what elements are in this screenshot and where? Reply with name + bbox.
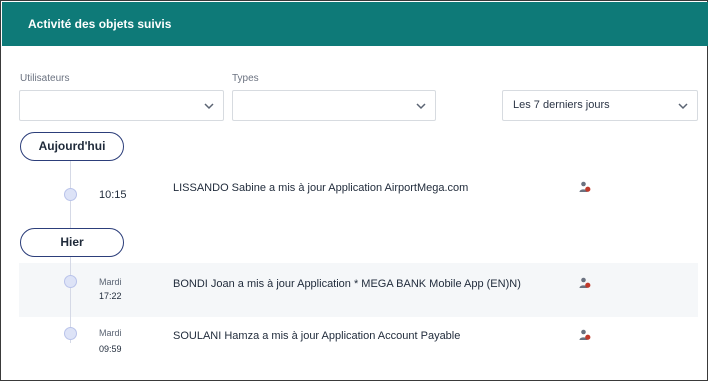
timeline-dot xyxy=(64,188,77,201)
activity-message: BONDI Joan a mis à jour Application * ME… xyxy=(173,278,521,290)
types-filter-label: Types xyxy=(232,73,259,84)
activity-message: SOULANI Hamza a mis à jour Application A… xyxy=(173,330,461,342)
day-header-yesterday: Hier xyxy=(20,228,124,257)
timeline-dot xyxy=(64,327,77,340)
activity-time: 10:15 xyxy=(99,189,127,201)
day-header-label: Aujourd'hui xyxy=(38,139,106,153)
activity-time: 09:59 xyxy=(99,344,122,354)
activity-row[interactable]: Mardi 09:59 SOULANI Hamza a mis à jour A… xyxy=(19,317,698,369)
activity-row[interactable]: Mardi 17:22 BONDI Joan a mis à jour Appl… xyxy=(19,263,698,317)
period-select[interactable]: Les 7 derniers jours xyxy=(502,90,698,121)
period-select-value: Les 7 derniers jours xyxy=(513,99,610,111)
activity-day: Mardi xyxy=(99,328,122,338)
timeline-dot xyxy=(64,275,77,288)
users-select[interactable] xyxy=(19,90,224,121)
panel-header: Activité des objets suivis xyxy=(2,2,708,46)
day-header-today: Aujourd'hui xyxy=(20,132,124,161)
user-edit-icon[interactable] xyxy=(579,277,591,289)
timeline-line xyxy=(70,263,71,317)
day-header-label: Hier xyxy=(60,235,84,249)
user-edit-icon[interactable] xyxy=(579,181,591,193)
activity-message: LISSANDO Sabine a mis à jour Application… xyxy=(173,182,469,194)
chevron-down-icon xyxy=(678,103,688,110)
activity-row[interactable]: 10:15 LISSANDO Sabine a mis à jour Appli… xyxy=(19,161,698,229)
activity-day: Mardi xyxy=(99,277,122,287)
chevron-down-icon xyxy=(204,103,214,110)
chevron-down-icon xyxy=(416,103,426,110)
users-filter-label: Utilisateurs xyxy=(20,73,70,84)
activity-time: 17:22 xyxy=(99,291,122,301)
panel-title: Activité des objets suivis xyxy=(28,17,172,31)
user-edit-icon[interactable] xyxy=(579,329,591,341)
types-select[interactable] xyxy=(232,90,436,121)
activity-panel: Activité des objets suivis Utilisateurs … xyxy=(0,0,708,381)
